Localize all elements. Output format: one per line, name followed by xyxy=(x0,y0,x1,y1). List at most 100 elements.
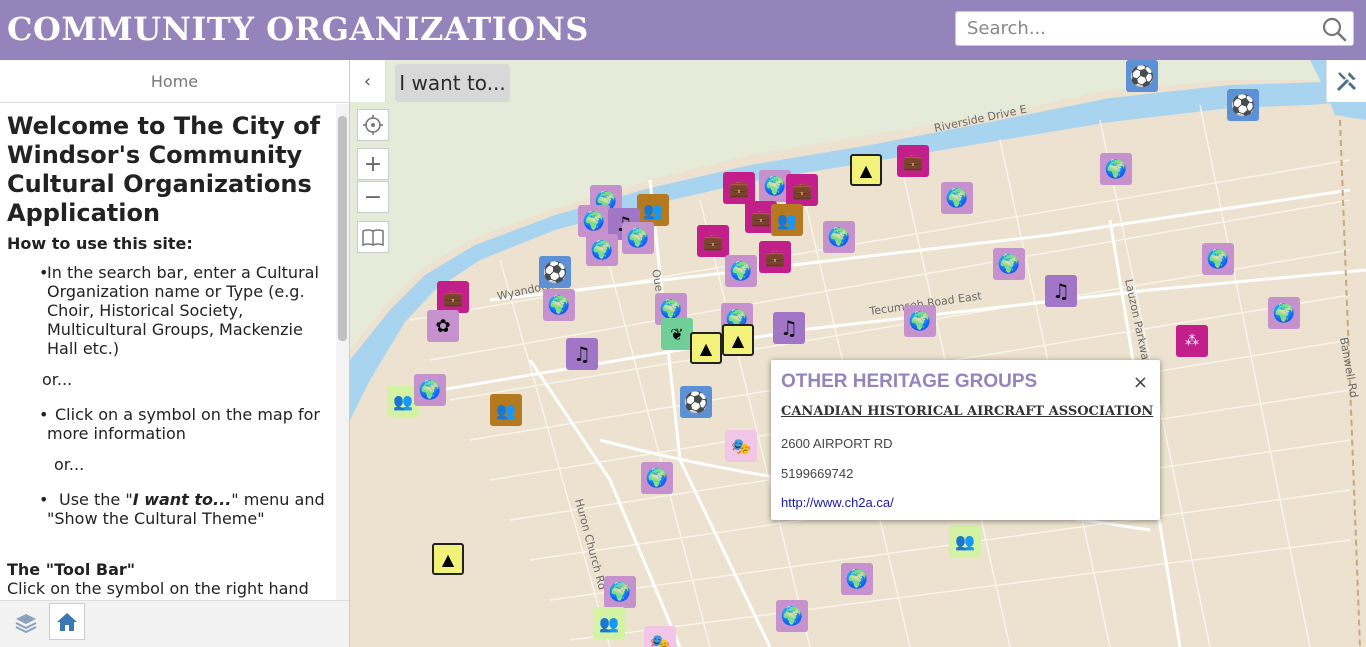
instruction-step-3: • Use the "I want to..." menu and "Show … xyxy=(7,490,336,528)
scrollbar-thumb[interactable] xyxy=(338,116,347,341)
marker-music[interactable]: ♫ xyxy=(1045,275,1077,307)
tree-icon: ▲ xyxy=(731,330,745,350)
marker-business[interactable]: 💼 xyxy=(697,225,729,257)
search-box[interactable] xyxy=(955,11,1354,46)
marker-multicultural[interactable]: 🌍 xyxy=(622,222,654,254)
marker-business[interactable]: 💼 xyxy=(897,145,929,177)
marker-sports[interactable]: ⚽ xyxy=(680,386,712,418)
marker-multicultural[interactable]: 🌍 xyxy=(543,289,575,321)
globe-icon: 🌍 xyxy=(608,581,632,603)
marker-music[interactable]: ♫ xyxy=(773,312,805,344)
globe-icon: 🌍 xyxy=(997,253,1021,275)
tree-icon: ▲ xyxy=(859,160,873,180)
marker-group[interactable]: 👥 xyxy=(949,525,981,557)
marker-multicultural[interactable]: 🌍 xyxy=(586,234,618,266)
marker-arts[interactable]: ▲ xyxy=(722,324,754,356)
search-input[interactable] xyxy=(956,12,1316,45)
marker-multicultural[interactable]: 🌍 xyxy=(841,563,873,595)
marker-arts[interactable]: ▲ xyxy=(432,543,464,575)
toolbar-button[interactable] xyxy=(1326,60,1366,102)
marker-multicultural[interactable]: 🌍 xyxy=(604,576,636,608)
popup-organization-name[interactable]: CANADIAN HISTORICAL AIRCRAFT ASSOCIATION xyxy=(781,404,1153,419)
marker-multicultural[interactable]: ✿ xyxy=(427,310,459,342)
marker-business[interactable]: 💼 xyxy=(759,241,791,273)
popup-phone: 5199669742 xyxy=(781,466,854,481)
step-3-pre: Use the " xyxy=(59,490,133,509)
briefcase-icon: 💼 xyxy=(703,231,723,251)
marker-business[interactable]: 💼 xyxy=(786,174,818,206)
i-want-to-menu[interactable]: I want to... xyxy=(395,64,510,102)
step-2-text: Click on a symbol on the map for more in… xyxy=(47,405,320,443)
app-header: COMMUNITY ORGANIZATIONS xyxy=(0,0,1366,60)
globe-icon: 🌍 xyxy=(1206,248,1230,270)
marker-nature[interactable]: ❦ xyxy=(661,318,693,350)
family-icon: ⁂ xyxy=(1185,333,1199,349)
marker-theatre[interactable]: 🎭 xyxy=(644,626,676,647)
globe-icon: 🌍 xyxy=(845,568,869,590)
marker-group[interactable]: 👥 xyxy=(593,607,625,639)
layers-icon xyxy=(15,613,37,633)
marker-multicultural[interactable]: 🌍 xyxy=(993,248,1025,280)
marker-sports[interactable]: ⚽ xyxy=(539,256,571,288)
popup-address: 2600 AIRPORT RD xyxy=(781,436,893,451)
marker-sports[interactable]: ⚽ xyxy=(1227,89,1259,121)
popup-title: OTHER HERITAGE GROUPS xyxy=(781,371,1038,392)
marker-family[interactable]: ⁂ xyxy=(1176,325,1208,357)
music-note-icon: ♫ xyxy=(1052,279,1070,303)
instruction-step-2: • Click on a symbol on the map for more … xyxy=(7,405,336,443)
theatre-masks-icon: 🎭 xyxy=(650,632,670,647)
marker-multicultural[interactable]: 🌍 xyxy=(941,182,973,214)
app-title: COMMUNITY ORGANIZATIONS xyxy=(7,10,589,48)
collapse-panel-button[interactable]: ‹ xyxy=(350,60,386,102)
marker-multicultural[interactable]: 🌍 xyxy=(776,600,808,632)
toolbar-heading: The "Tool Bar" xyxy=(7,560,136,579)
step-3-text: Use the "I want to..." menu and "Show th… xyxy=(47,490,325,528)
toolbar-text: Click on the symbol on the right hand xyxy=(7,579,309,598)
marker-multicultural[interactable]: 🌍 xyxy=(823,221,855,253)
marker-business[interactable]: 💼 xyxy=(437,281,469,313)
panel-scrollbar[interactable] xyxy=(336,104,349,600)
zoom-out-button[interactable]: − xyxy=(357,181,389,213)
marker-theatre[interactable]: 🎭 xyxy=(725,430,757,462)
marker-multicultural[interactable]: 🌍 xyxy=(1202,243,1234,275)
marker-sports[interactable]: ⚽ xyxy=(1126,60,1158,92)
marker-multicultural[interactable]: 🌍 xyxy=(725,255,757,287)
home-button[interactable] xyxy=(49,603,85,640)
marker-business[interactable]: 💼 xyxy=(723,172,755,204)
marker-arts[interactable]: ▲ xyxy=(690,332,722,364)
basemap[interactable]: Riverside Drive E Wyandotte St Tecumseh … xyxy=(350,60,1366,647)
zoom-in-button[interactable]: + xyxy=(357,148,389,180)
globe-icon: 🌍 xyxy=(1272,302,1296,324)
globe-icon: 🌍 xyxy=(590,239,614,261)
tree-icon: ▲ xyxy=(699,338,713,358)
marker-multicultural[interactable]: 🌍 xyxy=(1268,297,1300,329)
briefcase-icon: 💼 xyxy=(729,178,749,198)
marker-community[interactable]: 👥 xyxy=(490,394,522,426)
welcome-heading-text: Welcome to The City of Windsor's Communi… xyxy=(7,112,321,227)
marker-multicultural[interactable]: 🌍 xyxy=(578,205,610,237)
globe-icon: 🌍 xyxy=(1104,158,1128,180)
marker-multicultural[interactable]: 🌍 xyxy=(1100,153,1132,185)
layers-button[interactable] xyxy=(8,603,44,640)
marker-community[interactable]: 👥 xyxy=(771,204,803,236)
group-icon: 👥 xyxy=(599,613,619,633)
soccer-ball-icon: ⚽ xyxy=(1230,93,1256,117)
briefcase-icon: 💼 xyxy=(792,180,812,200)
zoom-in-icon: + xyxy=(363,151,383,177)
globe-icon: 🌍 xyxy=(780,605,804,627)
search-icon[interactable] xyxy=(1321,16,1347,42)
panel-footer xyxy=(0,600,349,647)
marker-arts[interactable]: ▲ xyxy=(850,154,882,186)
marker-multicultural[interactable]: 🌍 xyxy=(904,305,936,337)
bookmarks-button[interactable] xyxy=(357,221,389,253)
marker-music[interactable]: ♫ xyxy=(566,338,598,370)
tab-home[interactable]: Home xyxy=(0,60,349,103)
people-icon: 👥 xyxy=(643,200,663,220)
marker-multicultural[interactable]: 🌍 xyxy=(641,462,673,494)
marker-multicultural[interactable]: 🌍 xyxy=(414,374,446,406)
popup-website-link[interactable]: http://www.ch2a.ca/ xyxy=(781,495,894,510)
map-view[interactable]: Riverside Drive E Wyandotte St Tecumseh … xyxy=(350,60,1366,647)
locate-button[interactable] xyxy=(357,109,389,141)
close-icon[interactable]: × xyxy=(1133,372,1148,393)
globe-icon: 🌍 xyxy=(729,260,753,282)
